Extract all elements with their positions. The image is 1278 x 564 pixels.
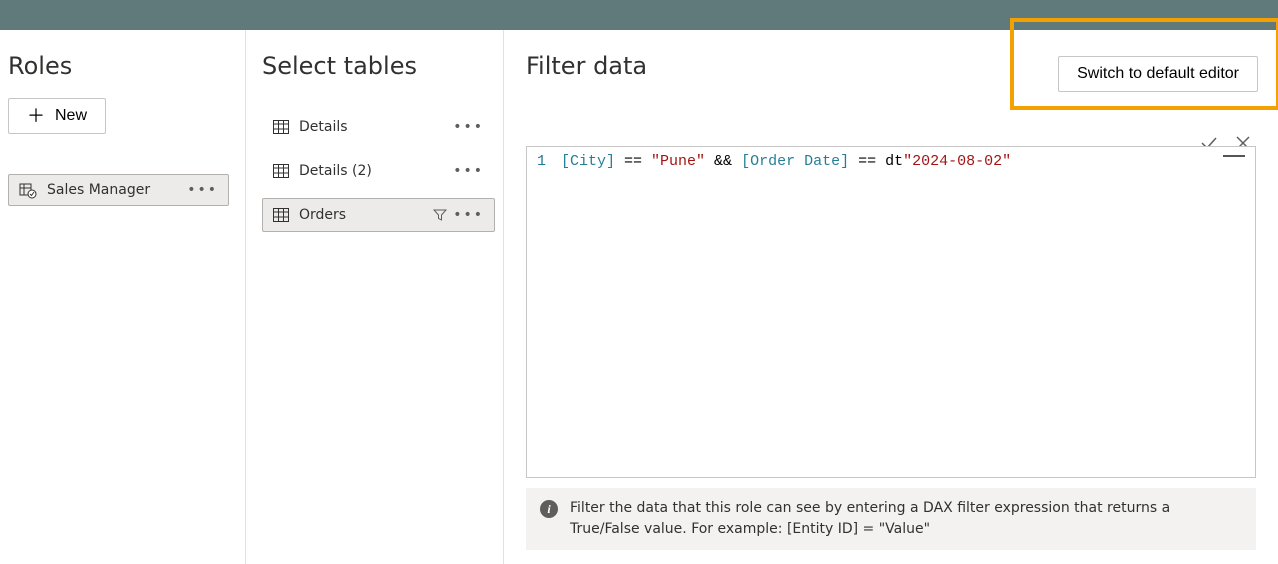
minimap xyxy=(1223,155,1245,157)
table-name: Details xyxy=(299,119,348,135)
filter-panel: Filter data Switch to default editor 1 xyxy=(504,30,1278,564)
plus-icon: ＋ xyxy=(27,107,45,125)
switch-editor-button[interactable]: Switch to default editor xyxy=(1058,56,1258,92)
code-content: [City] == "Pune" && [Order Date] == dt"2… xyxy=(561,153,1011,170)
role-name: Sales Manager xyxy=(47,182,150,198)
highlight-annotation: Switch to default editor xyxy=(1010,18,1278,110)
table-item[interactable]: Details ••• xyxy=(262,110,495,144)
table-icon xyxy=(273,164,289,178)
tables-heading: Select tables xyxy=(262,52,495,80)
roles-panel: Roles ＋ New Sales Manager ••• xyxy=(0,30,246,564)
role-item[interactable]: Sales Manager ••• xyxy=(8,174,229,206)
tables-panel: Select tables Details ••• xyxy=(246,30,504,564)
table-item[interactable]: Orders ••• xyxy=(262,198,495,232)
filter-icon xyxy=(433,208,447,222)
roles-heading: Roles xyxy=(8,52,229,80)
more-icon[interactable]: ••• xyxy=(453,119,484,135)
new-role-label: New xyxy=(55,107,87,125)
table-item[interactable]: Details (2) ••• xyxy=(262,154,495,188)
role-icon xyxy=(19,181,37,199)
table-icon xyxy=(273,208,289,222)
table-name: Orders xyxy=(299,207,346,223)
more-icon[interactable]: ••• xyxy=(187,182,218,198)
main-content: Roles ＋ New Sales Manager ••• xyxy=(0,30,1278,564)
new-role-button[interactable]: ＋ New xyxy=(8,98,106,134)
dax-editor[interactable]: 1 [City] == "Pune" && [Order Date] == dt… xyxy=(526,146,1256,478)
info-text: Filter the data that this role can see b… xyxy=(570,498,1242,540)
table-name: Details (2) xyxy=(299,163,372,179)
more-icon[interactable]: ••• xyxy=(453,163,484,179)
tables-list: Details ••• Details (2) xyxy=(262,110,495,232)
line-number: 1 xyxy=(537,153,561,170)
table-icon xyxy=(273,120,289,134)
info-message: i Filter the data that this role can see… xyxy=(526,488,1256,550)
info-icon: i xyxy=(540,500,558,518)
more-icon[interactable]: ••• xyxy=(453,207,484,223)
